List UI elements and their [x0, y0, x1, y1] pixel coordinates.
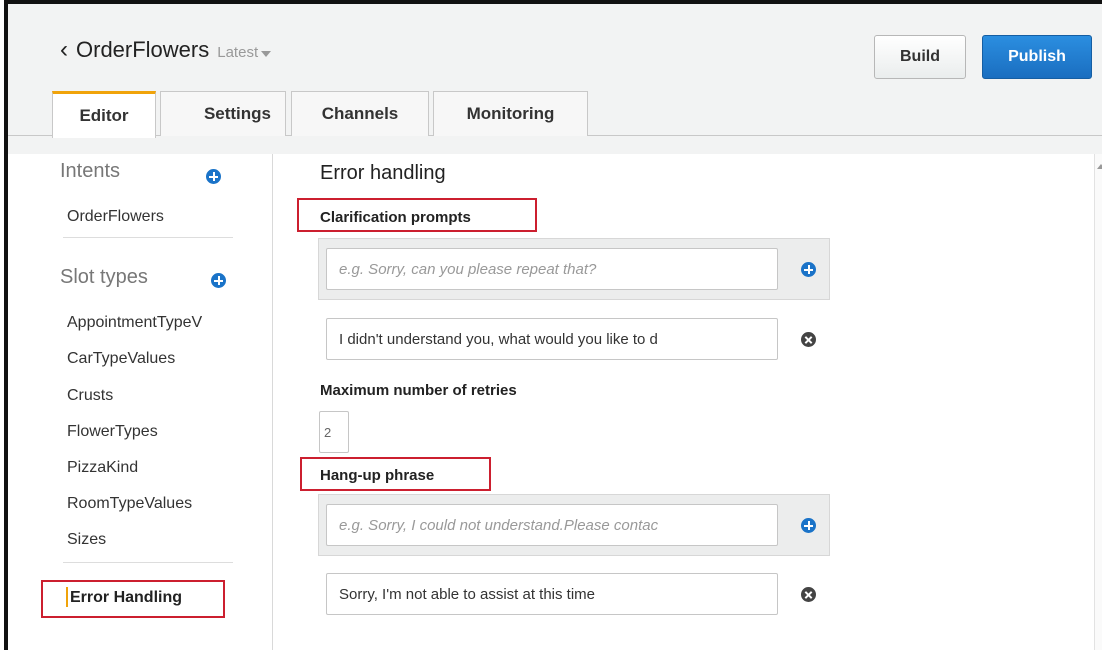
- sidebar-item-crusts[interactable]: Crusts: [67, 387, 113, 405]
- sidebar-item-orderflowers[interactable]: OrderFlowers: [67, 208, 164, 226]
- sidebar-item-sizes[interactable]: Sizes: [67, 531, 106, 549]
- add-prompt-icon[interactable]: [801, 262, 816, 277]
- highlight-box: [41, 580, 225, 618]
- add-hangup-phrase-icon[interactable]: [801, 518, 816, 533]
- sidebar-divider: [63, 562, 233, 563]
- bot-selector[interactable]: ‹ OrderFlowers Latest: [60, 36, 272, 64]
- add-intent-icon[interactable]: [206, 169, 221, 184]
- remove-prompt-icon[interactable]: [801, 332, 816, 347]
- slot-types-heading: Slot types: [60, 266, 148, 288]
- sidebar-item-roomtypevalues[interactable]: RoomTypeValues: [67, 495, 192, 513]
- tab-channels[interactable]: Channels: [291, 91, 429, 136]
- tab-editor[interactable]: Editor: [52, 91, 156, 138]
- bot-name: OrderFlowers: [76, 37, 210, 62]
- clarification-prompt-input[interactable]: [326, 248, 778, 290]
- add-slot-type-icon[interactable]: [211, 273, 226, 288]
- page-title: Error handling: [320, 162, 446, 184]
- vertical-scrollbar[interactable]: [1094, 154, 1102, 650]
- publish-button[interactable]: Publish: [982, 35, 1092, 79]
- app-window: ‹ OrderFlowers Latest Build Publish Edit…: [4, 0, 1102, 650]
- remove-hangup-phrase-icon[interactable]: [801, 587, 816, 602]
- tab-monitoring[interactable]: Monitoring: [433, 91, 588, 136]
- sidebar-divider: [63, 237, 233, 238]
- sidebar-item-cartypevalues[interactable]: CarTypeValues: [67, 350, 175, 368]
- hang-up-phrase-input[interactable]: [326, 504, 778, 546]
- scroll-up-arrow-icon[interactable]: [1097, 164, 1102, 169]
- version-label: Latest: [217, 44, 259, 61]
- highlight-box: [297, 198, 537, 232]
- sidebar-item-flowertypes[interactable]: FlowerTypes: [67, 423, 158, 441]
- caret-down-icon: [261, 50, 272, 57]
- sidebar-separator: [272, 154, 273, 650]
- tab-settings[interactable]: Settings: [160, 91, 286, 136]
- intents-heading: Intents: [60, 160, 121, 182]
- back-chevron-icon[interactable]: ‹: [60, 36, 68, 64]
- max-retries-input[interactable]: [319, 411, 349, 453]
- sidebar-item-pizzakind[interactable]: PizzaKind: [67, 459, 138, 477]
- build-button[interactable]: Build: [874, 35, 966, 79]
- max-retries-label: Maximum number of retries: [320, 382, 517, 399]
- sidebar-item-appointmenttype[interactable]: AppointmentTypeV: [67, 314, 202, 332]
- highlight-box: [300, 457, 491, 491]
- hang-up-phrase-value[interactable]: [326, 573, 778, 615]
- clarification-prompt-value[interactable]: [326, 318, 778, 360]
- version-dropdown[interactable]: Latest: [217, 44, 272, 61]
